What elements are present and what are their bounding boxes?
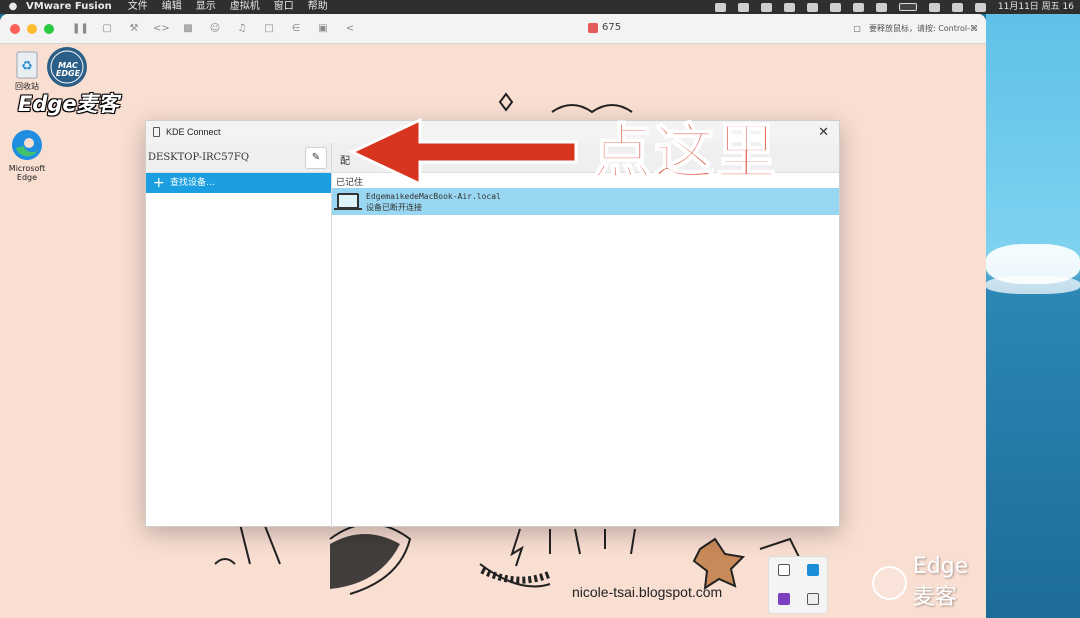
tray-app-icon[interactable] bbox=[852, 2, 864, 12]
minimize-window-button[interactable] bbox=[27, 23, 37, 34]
brand-watermark: Edge麦客 bbox=[18, 92, 119, 116]
svg-text:♻: ♻ bbox=[21, 59, 33, 74]
tray-app-icon[interactable] bbox=[829, 2, 841, 12]
menu-window[interactable]: 窗口 bbox=[274, 0, 294, 14]
find-devices-button[interactable]: + 查找设备... bbox=[146, 173, 331, 193]
vm-title-count: 675 bbox=[602, 22, 622, 33]
user-icon[interactable]: ☺ bbox=[207, 23, 223, 35]
system-tray-popup bbox=[768, 556, 828, 614]
disk-icon[interactable]: ▣ bbox=[315, 23, 331, 35]
sound-icon[interactable]: ♫ bbox=[234, 23, 250, 35]
close-icon[interactable]: ✕ bbox=[818, 121, 829, 143]
defender-tray-icon[interactable] bbox=[807, 564, 819, 576]
wechat-icon bbox=[872, 565, 907, 600]
chevron-left-icon[interactable]: < bbox=[342, 23, 358, 35]
red-arrow-annotation bbox=[348, 117, 578, 187]
blog-url: nicole-tsai.blogspot.com bbox=[572, 584, 723, 600]
usb-tray-icon[interactable] bbox=[778, 564, 790, 576]
usb-icon[interactable]: ∈ bbox=[288, 23, 304, 35]
menu-view[interactable]: 显示 bbox=[196, 0, 216, 14]
laptop-icon bbox=[334, 193, 362, 210]
device-name-header: DESKTOP-IRC57FQ ✎ bbox=[146, 143, 331, 173]
this-device-name: DESKTOP-IRC57FQ bbox=[148, 152, 250, 163]
find-devices-label: 查找设备... bbox=[170, 178, 215, 188]
input-method-icon[interactable] bbox=[951, 2, 963, 12]
tray-app-icon[interactable] bbox=[760, 2, 772, 12]
wechat-brand-text: Edge麦客 bbox=[912, 554, 969, 610]
menu-file[interactable]: 文件 bbox=[128, 0, 148, 14]
spotlight-icon[interactable] bbox=[974, 2, 986, 12]
tray-app-icon[interactable] bbox=[875, 2, 887, 12]
remembered-device-row[interactable]: EdgemaikedeMacBook-Air.local 设备已断开连接 bbox=[332, 188, 839, 215]
plus-icon: + bbox=[153, 175, 165, 191]
edge-label-line2: Edge bbox=[16, 173, 38, 182]
edge-desktop-icon[interactable]: Microsoft Edge bbox=[4, 128, 50, 182]
click-here-callout: 点这里 bbox=[591, 117, 778, 189]
vm-title: 675 bbox=[588, 22, 621, 33]
window-controls bbox=[10, 23, 54, 34]
pause-icon[interactable]: ❚❚ bbox=[72, 23, 89, 35]
remote-device-status: 设备已断开连接 bbox=[366, 203, 422, 212]
battery-icon[interactable] bbox=[898, 3, 917, 11]
vm-app-icon bbox=[588, 22, 598, 33]
menu-help[interactable]: 帮助 bbox=[308, 0, 328, 14]
vmware-toolbar: ❚❚ ▢ ⚒ <> ▩ ☺ ♫ □ ∈ ▣ < 675 ▢ 要释放鼠标，请按: … bbox=[0, 14, 986, 44]
mac-wallpaper bbox=[986, 14, 1080, 618]
printer-icon[interactable]: ▩ bbox=[180, 23, 196, 35]
menu-vm[interactable]: 虚拟机 bbox=[230, 0, 260, 14]
recycle-bin-icon[interactable]: ♻ 回收站 bbox=[10, 50, 44, 91]
logo-text: MAC EDGE bbox=[55, 61, 81, 78]
edge-browser-icon bbox=[12, 130, 42, 160]
onenote-tray-icon[interactable] bbox=[778, 593, 790, 605]
menu-edit[interactable]: 编辑 bbox=[162, 0, 182, 14]
kdeconnect-tray-icon[interactable] bbox=[807, 593, 819, 605]
menu-clock[interactable]: 11月11日 周五 16 bbox=[998, 0, 1074, 14]
snapshot-icon[interactable]: ▢ bbox=[99, 23, 115, 35]
menu-app-name[interactable]: VMware Fusion bbox=[26, 0, 112, 14]
kde-window-title: KDE Connect bbox=[166, 127, 221, 137]
close-window-button[interactable] bbox=[10, 23, 20, 34]
wifi-icon[interactable] bbox=[928, 2, 940, 12]
wechat-watermark: Edge麦客 bbox=[872, 554, 986, 611]
vm-hint-text: 要释放鼠标，请按: Control-⌘ bbox=[868, 24, 978, 33]
apple-icon[interactable]: ● bbox=[0, 0, 26, 14]
code-icon[interactable]: <> bbox=[153, 23, 170, 35]
tray-app-icon[interactable] bbox=[783, 2, 795, 12]
recycle-bin-image: ♻ bbox=[16, 51, 38, 79]
mac-menu-bar: ● VMware Fusion 文件 编辑 显示 虚拟机 窗口 帮助 11月11… bbox=[0, 0, 1080, 14]
remote-device-name: EdgemaikedeMacBook-Air.local bbox=[366, 192, 501, 201]
tray-app-icon[interactable] bbox=[806, 2, 818, 12]
zoom-window-button[interactable] bbox=[44, 23, 54, 34]
cloud-shape bbox=[986, 276, 1080, 294]
copy-icon[interactable]: ▢ bbox=[853, 24, 861, 33]
edit-name-button[interactable]: ✎ bbox=[305, 147, 327, 169]
settings-wrench-icon[interactable]: ⚒ bbox=[126, 23, 142, 35]
menu-tray: 11月11日 周五 16 bbox=[714, 0, 1080, 14]
tray-app-icon[interactable] bbox=[714, 2, 726, 12]
vm-release-hint: ▢ 要释放鼠标，请按: Control-⌘ bbox=[853, 23, 978, 34]
phone-icon bbox=[153, 127, 160, 137]
tray-app-icon[interactable] bbox=[737, 2, 749, 12]
edge-label-line1: Microsoft bbox=[8, 164, 46, 173]
camera-icon[interactable]: □ bbox=[261, 23, 277, 35]
